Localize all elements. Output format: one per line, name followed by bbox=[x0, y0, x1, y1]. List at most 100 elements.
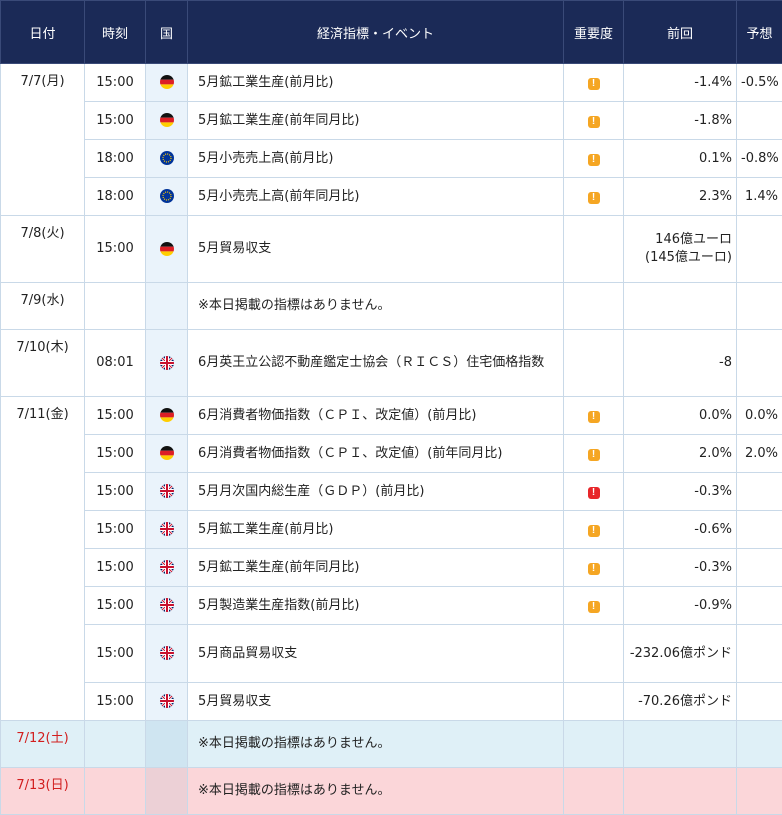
eu-flag-icon bbox=[160, 151, 174, 165]
previous-cell bbox=[624, 721, 737, 768]
uk-flag-icon bbox=[160, 484, 174, 498]
table-row: 15:00 5月鉱工業生産(前年同月比) ! -1.8% bbox=[1, 102, 782, 140]
country-cell bbox=[146, 435, 188, 473]
country-cell bbox=[146, 549, 188, 587]
forecast-cell bbox=[737, 330, 782, 397]
column-header-forecast: 予想 bbox=[737, 1, 782, 64]
time-cell: 15:00 bbox=[85, 683, 146, 721]
importance-medium-icon: ! bbox=[588, 601, 600, 613]
date-cell: 7/10(木) bbox=[1, 330, 85, 397]
germany-flag-icon bbox=[160, 408, 174, 422]
table-row: 15:00 5月月次国内総生産（ＧＤＰ）(前月比) ! -0.3% bbox=[1, 473, 782, 511]
table-row: 7/12(土) ※本日掲載の指標はありません。 bbox=[1, 721, 782, 768]
table-row: 15:00 5月製造業生産指数(前月比) ! -0.9% bbox=[1, 587, 782, 625]
date-cell: 7/9(水) bbox=[1, 283, 85, 330]
forecast-cell bbox=[737, 625, 782, 683]
date-cell: 7/12(土) bbox=[1, 721, 85, 768]
importance-cell bbox=[564, 283, 624, 330]
forecast-cell bbox=[737, 768, 782, 815]
time-cell: 15:00 bbox=[85, 587, 146, 625]
importance-medium-icon: ! bbox=[588, 411, 600, 423]
country-cell bbox=[146, 721, 188, 768]
previous-cell: -0.9% bbox=[624, 587, 737, 625]
importance-cell: ! bbox=[564, 140, 624, 178]
time-cell: 15:00 bbox=[85, 216, 146, 283]
previous-cell: 146億ユーロ (145億ユーロ) bbox=[624, 216, 737, 283]
time-cell: 15:00 bbox=[85, 549, 146, 587]
event-cell: 5月商品貿易収支 bbox=[188, 625, 564, 683]
importance-cell: ! bbox=[564, 587, 624, 625]
importance-medium-icon: ! bbox=[588, 116, 600, 128]
country-cell bbox=[146, 768, 188, 815]
importance-high-icon: ! bbox=[588, 487, 600, 499]
time-cell bbox=[85, 721, 146, 768]
importance-cell: ! bbox=[564, 397, 624, 435]
country-cell bbox=[146, 587, 188, 625]
importance-medium-icon: ! bbox=[588, 78, 600, 90]
column-header-time: 時刻 bbox=[85, 1, 146, 64]
country-cell bbox=[146, 102, 188, 140]
country-cell bbox=[146, 397, 188, 435]
importance-cell: ! bbox=[564, 511, 624, 549]
uk-flag-icon bbox=[160, 646, 174, 660]
forecast-cell bbox=[737, 721, 782, 768]
table-row: 15:00 5月商品貿易収支 -232.06億ポンド bbox=[1, 625, 782, 683]
date-cell: 7/13(日) bbox=[1, 768, 85, 815]
importance-cell bbox=[564, 683, 624, 721]
event-cell: 5月製造業生産指数(前月比) bbox=[188, 587, 564, 625]
previous-cell: 0.1% bbox=[624, 140, 737, 178]
previous-cell: -1.4% bbox=[624, 64, 737, 102]
forecast-cell: 1.4% bbox=[737, 178, 782, 216]
event-cell: 5月小売売上高(前月比) bbox=[188, 140, 564, 178]
previous-cell bbox=[624, 283, 737, 330]
forecast-cell bbox=[737, 283, 782, 330]
previous-value: 146億ユーロ bbox=[628, 231, 732, 249]
germany-flag-icon bbox=[160, 75, 174, 89]
uk-flag-icon bbox=[160, 560, 174, 574]
time-cell: 15:00 bbox=[85, 473, 146, 511]
importance-cell: ! bbox=[564, 435, 624, 473]
column-header-importance: 重要度 bbox=[564, 1, 624, 64]
event-cell: 6月英王立公認不動産鑑定士協会（ＲＩＣＳ）住宅価格指数 bbox=[188, 330, 564, 397]
time-cell: 15:00 bbox=[85, 64, 146, 102]
importance-cell: ! bbox=[564, 102, 624, 140]
table-row: 15:00 6月消費者物価指数（ＣＰＩ、改定値）(前年同月比) ! 2.0% 2… bbox=[1, 435, 782, 473]
table-header-row: 日付 時刻 国 経済指標・イベント 重要度 前回 予想 bbox=[1, 1, 782, 64]
forecast-cell bbox=[737, 102, 782, 140]
column-header-country: 国 bbox=[146, 1, 188, 64]
table-row: 15:00 5月鉱工業生産(前月比) ! -0.6% bbox=[1, 511, 782, 549]
event-cell: 5月小売売上高(前年同月比) bbox=[188, 178, 564, 216]
importance-medium-icon: ! bbox=[588, 525, 600, 537]
importance-cell bbox=[564, 330, 624, 397]
table-row: 7/11(金) 15:00 6月消費者物価指数（ＣＰＩ、改定値）(前月比) ! … bbox=[1, 397, 782, 435]
country-cell bbox=[146, 283, 188, 330]
forecast-cell: 2.0% bbox=[737, 435, 782, 473]
country-cell bbox=[146, 683, 188, 721]
column-header-event: 経済指標・イベント bbox=[188, 1, 564, 64]
forecast-cell bbox=[737, 473, 782, 511]
importance-medium-icon: ! bbox=[588, 192, 600, 204]
event-cell: 5月鉱工業生産(前月比) bbox=[188, 64, 564, 102]
event-cell: ※本日掲載の指標はありません。 bbox=[188, 721, 564, 768]
table-row: 18:00 5月小売売上高(前月比) ! 0.1% -0.8% bbox=[1, 140, 782, 178]
table-row: 7/10(木) 08:01 6月英王立公認不動産鑑定士協会（ＲＩＣＳ）住宅価格指… bbox=[1, 330, 782, 397]
previous-revised-value: (145億ユーロ) bbox=[628, 249, 732, 267]
previous-cell: -0.3% bbox=[624, 549, 737, 587]
importance-medium-icon: ! bbox=[588, 449, 600, 461]
uk-flag-icon bbox=[160, 694, 174, 708]
importance-cell: ! bbox=[564, 64, 624, 102]
time-cell: 18:00 bbox=[85, 178, 146, 216]
table-row: 7/9(水) ※本日掲載の指標はありません。 bbox=[1, 283, 782, 330]
forecast-cell bbox=[737, 216, 782, 283]
forecast-cell bbox=[737, 549, 782, 587]
column-header-previous: 前回 bbox=[624, 1, 737, 64]
time-cell: 15:00 bbox=[85, 511, 146, 549]
importance-cell bbox=[564, 721, 624, 768]
forecast-cell bbox=[737, 683, 782, 721]
country-cell bbox=[146, 473, 188, 511]
previous-cell: 0.0% bbox=[624, 397, 737, 435]
date-cell: 7/8(火) bbox=[1, 216, 85, 283]
eu-flag-icon bbox=[160, 189, 174, 203]
importance-cell bbox=[564, 768, 624, 815]
uk-flag-icon bbox=[160, 356, 174, 370]
